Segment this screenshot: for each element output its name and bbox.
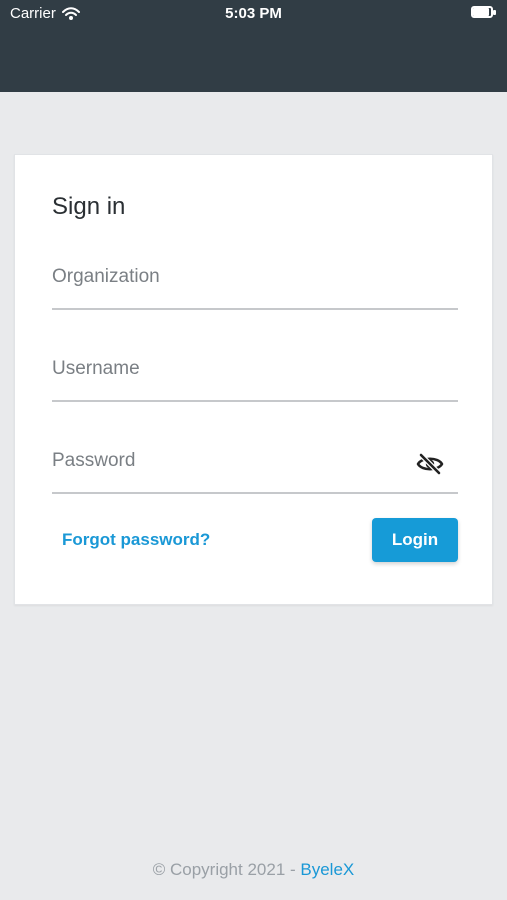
battery-icon (471, 6, 497, 20)
page-title: Sign in (52, 193, 126, 220)
sign-in-card: Sign in Organization Username Password F… (14, 154, 493, 605)
brand-link[interactable]: ByeleX (300, 860, 354, 879)
app-header: Carrier 5:03 PM (0, 0, 507, 92)
organization-field[interactable]: Organization (52, 258, 458, 310)
form-actions: Forgot password? Login (52, 518, 458, 562)
password-input[interactable] (52, 442, 458, 492)
eye-off-icon[interactable] (416, 452, 444, 476)
password-field[interactable]: Password (52, 442, 458, 494)
copyright-text: © Copyright 2021 - (152, 860, 301, 879)
organization-input[interactable] (52, 258, 458, 308)
status-time: 5:03 PM (225, 5, 282, 22)
username-field[interactable]: Username (52, 350, 458, 402)
forgot-password-link[interactable]: Forgot password? (62, 530, 210, 550)
username-input[interactable] (52, 350, 458, 400)
footer: © Copyright 2021 - ByeleX (0, 860, 507, 880)
login-button[interactable]: Login (372, 518, 458, 562)
status-bar: Carrier 5:03 PM (0, 0, 507, 28)
